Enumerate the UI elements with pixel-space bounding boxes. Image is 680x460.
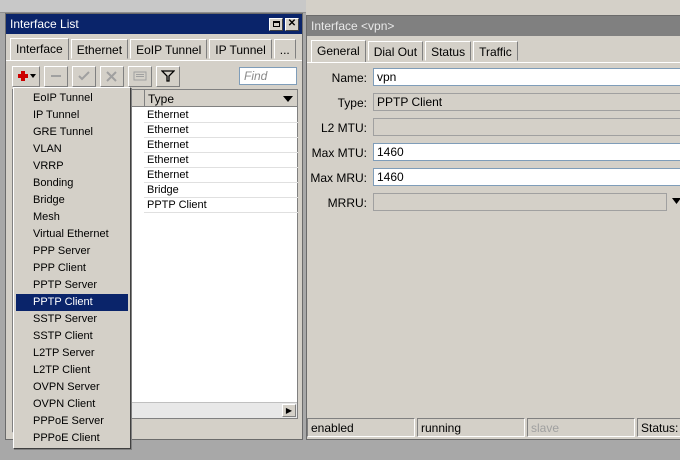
menu-item-mesh[interactable]: Mesh — [16, 209, 128, 226]
menu-item-pppoe-client[interactable]: PPPoE Client — [16, 430, 128, 447]
tab-status[interactable]: Status — [425, 41, 472, 61]
type-row: Type: PPTP Client — [307, 93, 680, 113]
tab-general[interactable]: General — [311, 40, 366, 62]
menu-item-pptp-client[interactable]: PPTP Client — [16, 294, 128, 311]
max-mru-field[interactable]: 1460 — [373, 168, 680, 186]
filter-button[interactable] — [156, 65, 180, 87]
type-label: Type: — [337, 96, 367, 110]
tab-dial-out[interactable]: Dial Out — [367, 41, 424, 61]
menu-item-ovpn-server[interactable]: OVPN Server — [16, 379, 128, 396]
menu-item-ppp-server[interactable]: PPP Server — [16, 243, 128, 260]
menu-item-bonding[interactable]: Bonding — [16, 175, 128, 192]
max-mru-row: Max MRU: 1460 — [307, 168, 680, 188]
l2mtu-row: L2 MTU: — [307, 118, 680, 138]
mrru-row: MRRU: — [307, 193, 680, 213]
window-title: Interface List — [10, 17, 79, 31]
remove-button[interactable] — [44, 65, 68, 87]
tab-ip-tunnel[interactable]: IP Tunnel — [209, 39, 272, 59]
menu-item-ppp-client[interactable]: PPP Client — [16, 260, 128, 277]
column-header-type[interactable]: Type — [144, 90, 284, 107]
menu-item-l2tp-server[interactable]: L2TP Server — [16, 345, 128, 362]
tab-more[interactable]: ... — [273, 39, 296, 59]
menu-item-l2tp-client[interactable]: L2TP Client — [16, 362, 128, 379]
max-mtu-field[interactable]: 1460 — [373, 143, 680, 161]
table-row[interactable]: Ethernet — [144, 123, 298, 138]
disable-button[interactable] — [100, 65, 124, 87]
tab-traffic[interactable]: Traffic — [473, 41, 518, 61]
maximize-button[interactable] — [269, 17, 283, 31]
comment-icon — [133, 71, 147, 81]
interface-tabs: Interface Ethernet EoIP Tunnel IP Tunnel… — [6, 34, 302, 61]
maximize-icon — [272, 21, 280, 27]
max-mru-label: Max MRU: — [310, 171, 367, 185]
interface-list-titlebar[interactable]: Interface List ✕ — [6, 14, 302, 34]
tab-ethernet[interactable]: Ethernet — [70, 39, 129, 59]
comment-button[interactable] — [128, 65, 152, 87]
add-interface-menu: EoIP Tunnel IP Tunnel GRE Tunnel VLAN VR… — [13, 87, 131, 449]
menu-item-sstp-server[interactable]: SSTP Server — [16, 311, 128, 328]
type-field: PPTP Client — [373, 93, 680, 111]
l2mtu-label: L2 MTU: — [320, 121, 367, 135]
tab-interface[interactable]: Interface — [10, 38, 69, 60]
l2mtu-field — [373, 118, 680, 136]
column-menu-button[interactable] — [281, 90, 295, 107]
table-row[interactable]: Ethernet — [144, 153, 298, 168]
menu-item-vlan[interactable]: VLAN — [16, 141, 128, 158]
arrow-right-icon: ▶ — [285, 406, 293, 415]
menu-item-pppoe-server[interactable]: PPPoE Server — [16, 413, 128, 430]
scroll-right-button[interactable]: ▶ — [282, 404, 296, 417]
minus-icon — [51, 75, 61, 77]
desktop-right-strip — [306, 0, 680, 15]
menu-item-eoip-tunnel[interactable]: EoIP Tunnel — [16, 90, 128, 107]
menu-item-pptp-server[interactable]: PPTP Server — [16, 277, 128, 294]
add-plus-icon — [18, 71, 36, 81]
close-button[interactable]: ✕ — [285, 17, 299, 31]
detail-tabs: General Dial Out Status Traffic — [307, 36, 680, 63]
table-row[interactable]: Ethernet — [144, 168, 298, 183]
menu-item-bridge[interactable]: Bridge — [16, 192, 128, 209]
name-row: Name: vpn — [307, 68, 680, 88]
max-mtu-row: Max MTU: 1460 — [307, 143, 680, 163]
add-button[interactable] — [12, 65, 40, 87]
tab-eoip-tunnel[interactable]: EoIP Tunnel — [130, 39, 208, 59]
menu-item-sstp-client[interactable]: SSTP Client — [16, 328, 128, 345]
triangle-down-icon — [283, 95, 293, 102]
find-input[interactable]: Find — [239, 67, 297, 85]
name-field[interactable]: vpn — [373, 68, 680, 86]
menu-item-virtual-ethernet[interactable]: Virtual Ethernet — [16, 226, 128, 243]
status-text: Status: c — [637, 418, 680, 437]
x-icon — [106, 71, 117, 82]
max-mtu-label: Max MTU: — [311, 146, 367, 160]
menu-item-gre-tunnel[interactable]: GRE Tunnel — [16, 124, 128, 141]
filter-icon — [161, 70, 175, 82]
name-label: Name: — [331, 71, 367, 85]
status-running: running — [417, 418, 525, 437]
table-row[interactable]: Bridge — [144, 183, 298, 198]
table-row[interactable]: Ethernet — [144, 138, 298, 153]
table-row[interactable]: Ethernet — [144, 108, 298, 123]
detail-status-bar: enabled running slave Status: c — [307, 418, 680, 438]
mrru-dropdown-icon[interactable] — [672, 198, 680, 204]
status-enabled: enabled — [307, 418, 415, 437]
menu-item-ip-tunnel[interactable]: IP Tunnel — [16, 107, 128, 124]
close-icon: ✕ — [287, 18, 297, 29]
window-title: Interface <vpn> — [311, 19, 395, 33]
interface-detail-window: Interface <vpn> General Dial Out Status … — [306, 15, 680, 440]
check-icon — [78, 71, 90, 81]
enable-button[interactable] — [72, 65, 96, 87]
status-slave: slave — [527, 418, 635, 437]
mrru-label: MRRU: — [327, 196, 367, 210]
table-row[interactable]: PPTP Client — [144, 198, 298, 213]
menu-item-ovpn-client[interactable]: OVPN Client — [16, 396, 128, 413]
interface-detail-titlebar[interactable]: Interface <vpn> — [307, 16, 680, 36]
mrru-field[interactable] — [373, 193, 667, 211]
menu-item-vrrp[interactable]: VRRP — [16, 158, 128, 175]
